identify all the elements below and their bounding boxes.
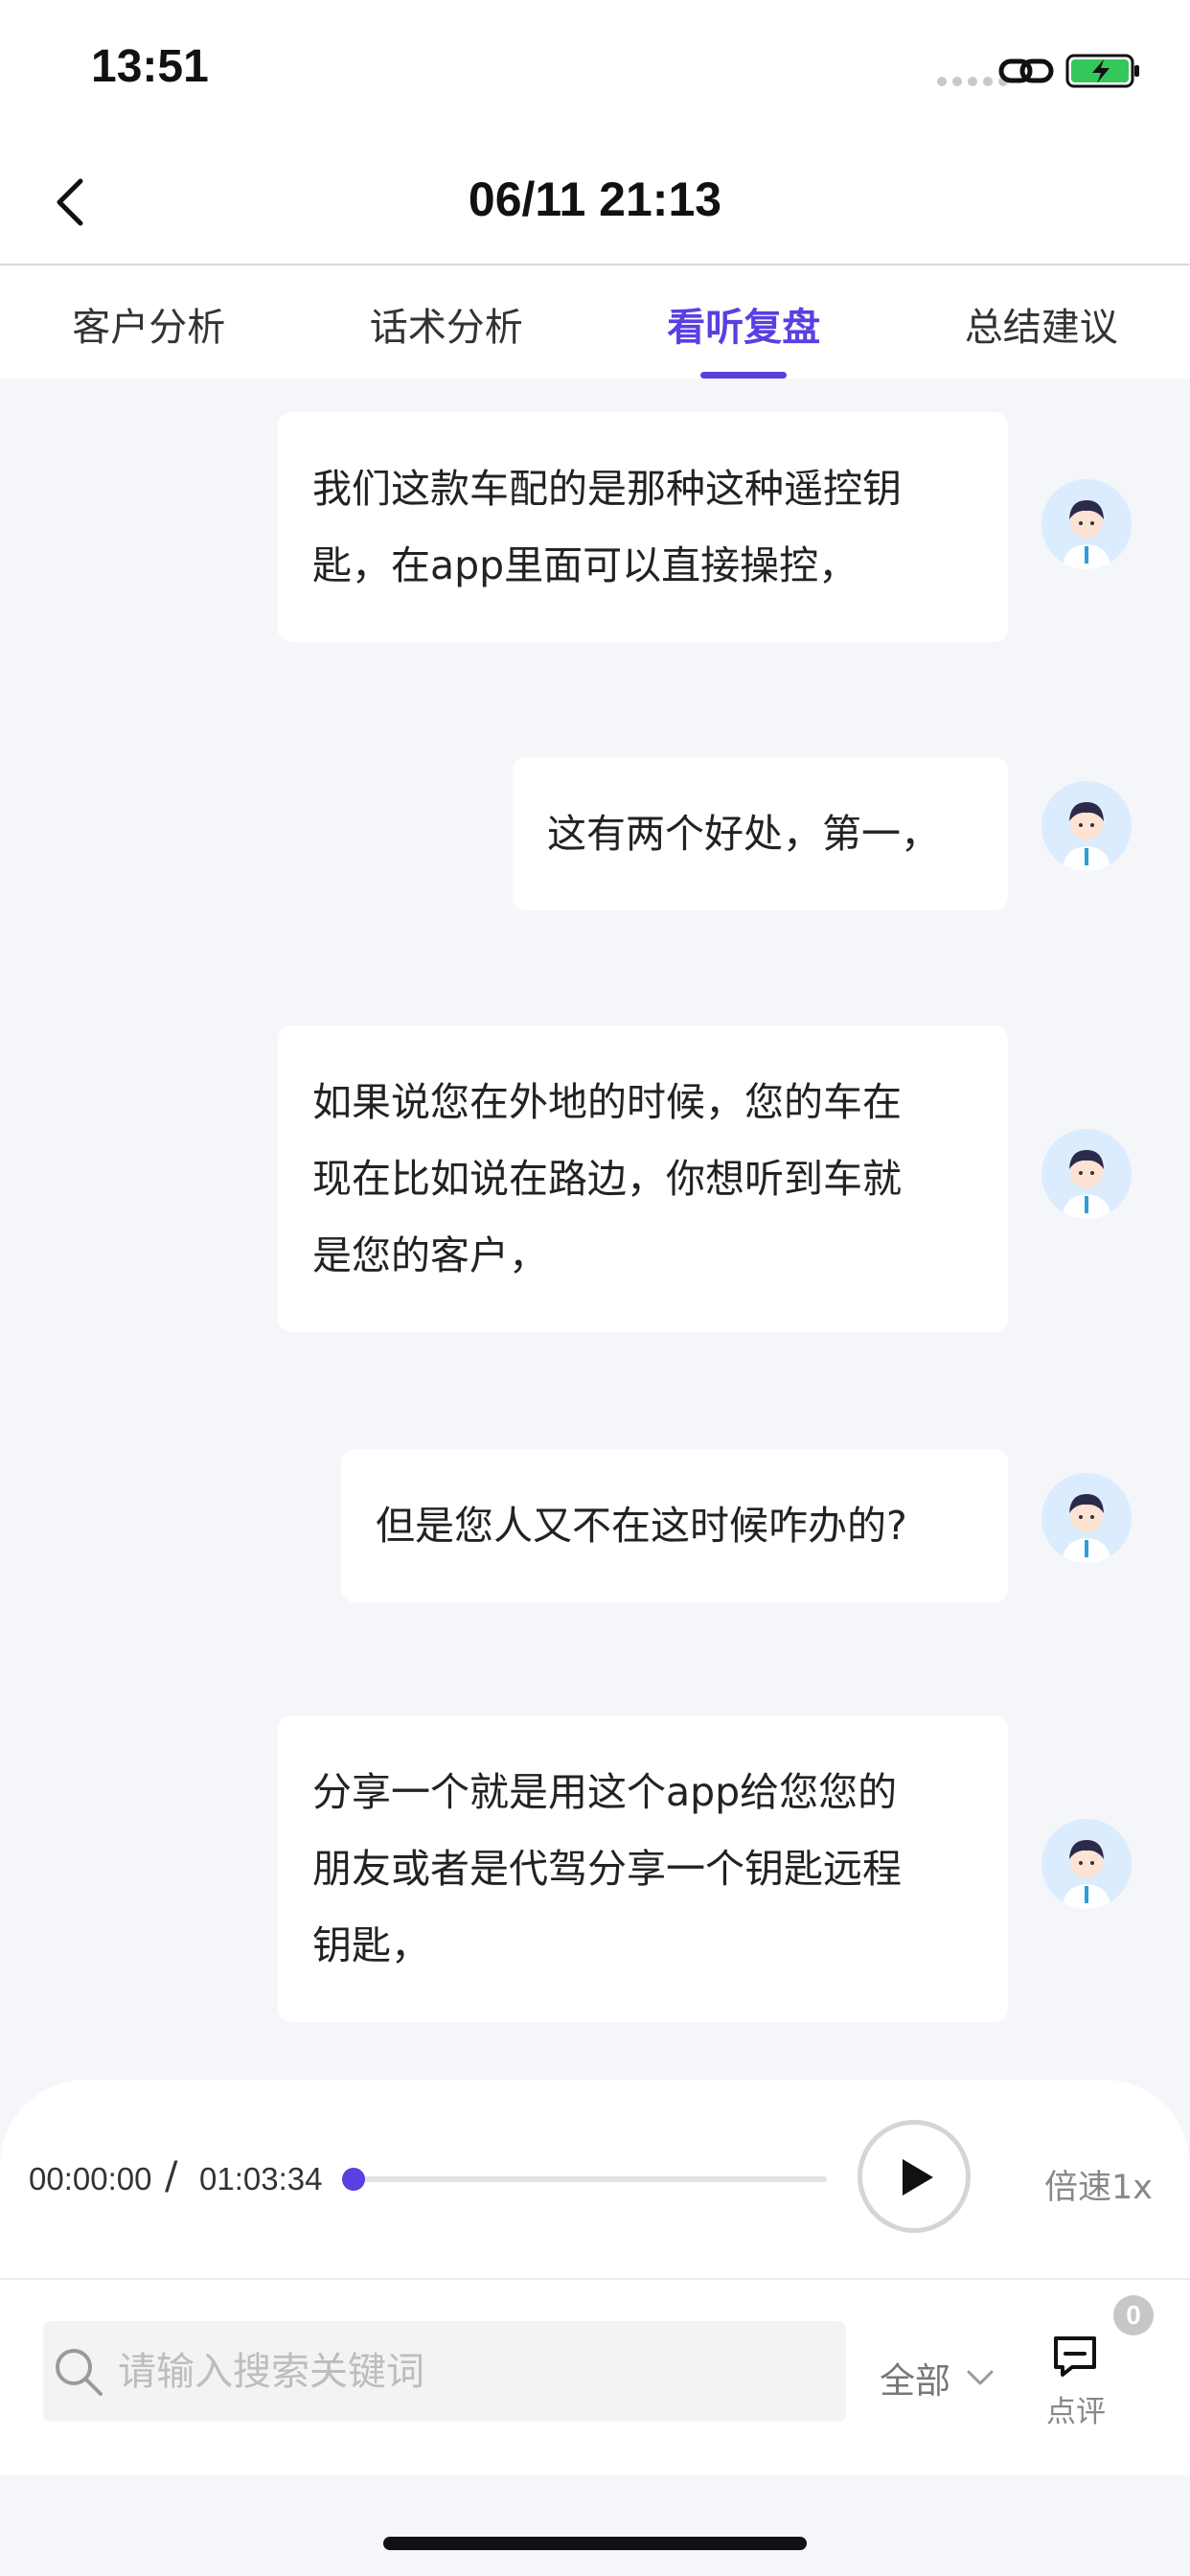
progress-track[interactable] — [353, 2176, 827, 2182]
active-tab-indicator — [700, 372, 788, 379]
avatar-icon — [1041, 1473, 1132, 1563]
avatar-icon — [1041, 1819, 1132, 1909]
avatar — [1041, 479, 1132, 569]
message-bubble: 我们这款车配的是那种这种遥控钥 匙，在app里面可以直接操控， — [278, 412, 1008, 642]
link-icon — [998, 58, 1054, 83]
message-line: 但是您人又不在这时候咋办的? — [376, 1503, 907, 1549]
play-button[interactable] — [858, 2120, 971, 2233]
back-button[interactable] — [48, 175, 94, 229]
comment-label: 点评 — [1046, 2395, 1106, 2429]
signal-dots-icon — [937, 77, 1008, 86]
message-line: 是您的客户， — [312, 1232, 548, 1278]
avatar-icon — [1041, 1129, 1132, 1219]
message-line: 如果说您在外地的时候，您的车在 — [312, 1079, 902, 1125]
tab-summary[interactable]: 总结建议 — [893, 265, 1190, 379]
message-line: 朋友或者是代驾分享一个钥匙远程 — [312, 1846, 902, 1892]
message-bubble: 分享一个就是用这个app给您您的 朋友或者是代驾分享一个钥匙远程 钥匙， — [278, 1715, 1008, 2022]
message-line: 分享一个就是用这个app给您您的 — [312, 1769, 898, 1815]
search-icon — [56, 2349, 103, 2396]
bottom-bar: 全部 点评 — [0, 2278, 1190, 2475]
message-bubble: 如果说您在外地的时候，您的车在 现在比如说在路边，你想听到车就 是您的客户， — [278, 1025, 1008, 1332]
filter-selected-label: 全部 — [880, 2360, 950, 2402]
message-bubble: 这有两个好处，第一， — [513, 757, 1008, 910]
message-line: 钥匙， — [312, 1922, 430, 1968]
tab-script-analysis[interactable]: 话术分析 — [298, 265, 596, 379]
tab-customer-analysis[interactable]: 客户分析 — [0, 265, 298, 379]
playback-speed-button[interactable]: 倍速1x — [1044, 2160, 1153, 2209]
home-area — [0, 2475, 1190, 2576]
tab-bar: 客户分析 话术分析 看听复盘 总结建议 — [0, 265, 1190, 379]
search-box[interactable] — [43, 2321, 846, 2422]
message-line: 现在比如说在路边，你想听到车就 — [312, 1156, 902, 1202]
comment-count-badge: 0 — [1113, 2295, 1154, 2335]
comment-button[interactable]: 点评 — [1037, 2318, 1113, 2433]
time-separator: / — [165, 2154, 178, 2198]
home-indicator[interactable] — [383, 2537, 807, 2550]
progress-handle[interactable] — [342, 2168, 365, 2191]
avatar-icon — [1041, 479, 1132, 569]
status-time: 13:51 — [91, 41, 209, 92]
message-line: 匙，在app里面可以直接操控， — [312, 542, 858, 588]
status-bar: 13:51 — [0, 0, 1190, 139]
battery-charging-icon — [1065, 54, 1139, 88]
total-time: 01:03:34 — [199, 2161, 323, 2196]
tab-label: 客户分析 — [72, 306, 226, 350]
avatar-icon — [1041, 781, 1132, 871]
audio-player: 00:00:00 / 01:03:34 倍速1x — [0, 2080, 1190, 2278]
avatar — [1041, 1819, 1132, 1909]
avatar — [1041, 1129, 1132, 1219]
message-line: 这有两个好处，第一， — [547, 811, 940, 857]
filter-dropdown[interactable]: 全部 — [880, 2352, 995, 2404]
tab-review[interactable]: 看听复盘 — [595, 265, 893, 379]
play-icon — [903, 2159, 933, 2196]
nav-bar: 06/11 21:13 — [0, 139, 1190, 265]
message-bubble: 但是您人又不在这时候咋办的? — [341, 1449, 1008, 1602]
tab-label: 总结建议 — [964, 306, 1118, 350]
comment-icon — [1054, 2336, 1096, 2377]
avatar — [1041, 781, 1132, 871]
tab-label: 看听复盘 — [667, 306, 821, 350]
chevron-down-icon — [967, 2370, 994, 2385]
current-time: 00:00:00 — [29, 2161, 152, 2196]
message-line: 我们这款车配的是那种这种遥控钥 — [312, 466, 902, 512]
search-input[interactable] — [118, 2321, 827, 2422]
page-title: 06/11 21:13 — [468, 172, 722, 226]
avatar — [1041, 1473, 1132, 1563]
tab-label: 话术分析 — [369, 306, 523, 350]
